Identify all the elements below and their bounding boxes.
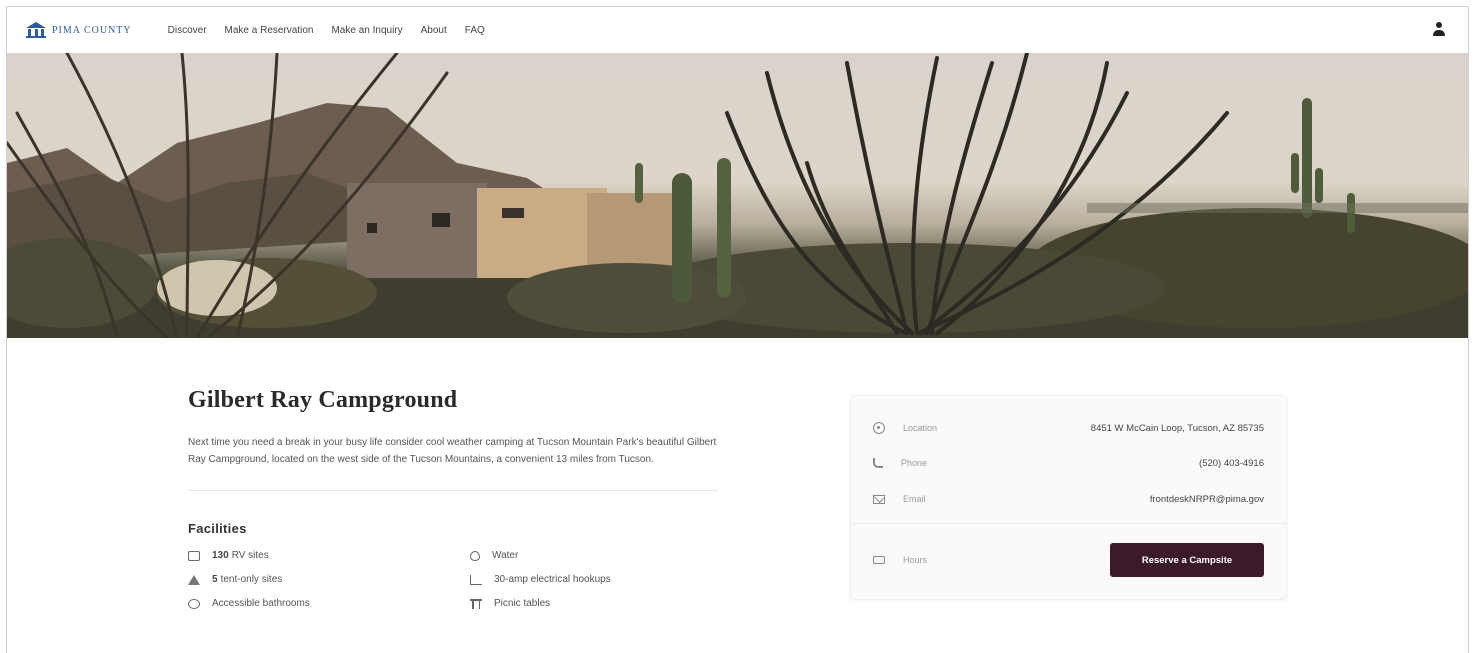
browser-viewport: PIMA COUNTY Discover Make a Reservation … (6, 6, 1469, 653)
nav-links: Discover Make a Reservation Make an Inqu… (168, 25, 485, 36)
tent-icon (188, 574, 200, 585)
facility-item: 30-amp electrical hookups (470, 574, 720, 585)
courthouse-icon (25, 22, 47, 38)
email-row: Email frontdeskNRPR@pima.gov (873, 489, 1264, 509)
hero-image (7, 53, 1468, 338)
card-divider (851, 523, 1286, 524)
brand-name: PIMA COUNTY (52, 24, 132, 36)
page-title: Gilbert Ray Campground (188, 387, 458, 413)
location-pin-icon (873, 422, 885, 434)
email-label: Email (903, 494, 926, 504)
hours-label: Hours (903, 555, 928, 565)
facility-label: tent-only sites (220, 574, 283, 585)
facility-count: 130 (212, 550, 229, 561)
facility-item: Accessible bathrooms (188, 598, 470, 609)
facility-label: Water (492, 550, 519, 561)
water-icon (470, 550, 480, 561)
nav-link-about[interactable]: About (421, 25, 447, 36)
facility-item: 130 RV sites (188, 550, 470, 561)
facility-label: RV sites (231, 550, 269, 561)
desert-landscape-illustration (7, 53, 1468, 338)
plug-icon (470, 574, 482, 585)
phone-label: Phone (901, 458, 928, 468)
facilities-heading: Facilities (188, 521, 247, 536)
reserve-campsite-button[interactable]: Reserve a Campsite (1110, 543, 1264, 577)
facilities-list: 130 RV sites Water 5 tent-only sites 30-… (188, 550, 728, 609)
rv-icon (188, 550, 200, 561)
phone-icon (873, 458, 883, 468)
contact-info-card: Location 8451 W McCain Loop, Tucson, AZ … (850, 395, 1287, 600)
facility-label: Accessible bathrooms (212, 598, 310, 609)
location-label: Location (903, 423, 938, 433)
location-row: Location 8451 W McCain Loop, Tucson, AZ … (873, 418, 1264, 438)
facility-count: 5 (212, 574, 218, 585)
nav-link-make-reservation[interactable]: Make a Reservation (225, 25, 314, 36)
top-navigation: PIMA COUNTY Discover Make a Reservation … (7, 7, 1468, 53)
campground-details: Gilbert Ray Campground Next time you nee… (188, 387, 728, 609)
facility-label: 30-amp electrical hookups (494, 574, 611, 585)
facility-item: Picnic tables (470, 598, 720, 609)
nav-link-faq[interactable]: FAQ (465, 25, 485, 36)
phone-row: Phone (520) 403-4916 (873, 453, 1264, 473)
user-account-icon[interactable] (1432, 22, 1446, 38)
nav-link-discover[interactable]: Discover (168, 25, 207, 36)
picnic-table-icon (470, 598, 482, 609)
location-value[interactable]: 8451 W McCain Loop, Tucson, AZ 85735 (1091, 423, 1264, 434)
mail-icon (873, 494, 885, 504)
section-divider (188, 490, 718, 491)
facility-item: Water (470, 550, 720, 561)
facility-item: 5 tent-only sites (188, 574, 470, 585)
accessible-icon (188, 598, 200, 609)
email-value[interactable]: frontdeskNRPR@pima.gov (1150, 494, 1264, 505)
hours-row: Hours Reserve a Campsite (873, 543, 1264, 577)
pima-county-logo[interactable]: PIMA COUNTY (25, 22, 132, 38)
hours-icon (873, 556, 885, 564)
campground-description: Next time you need a break in your busy … (188, 437, 717, 465)
phone-value[interactable]: (520) 403-4916 (1199, 458, 1264, 469)
nav-link-make-inquiry[interactable]: Make an Inquiry (331, 25, 402, 36)
facility-label: Picnic tables (494, 598, 551, 609)
